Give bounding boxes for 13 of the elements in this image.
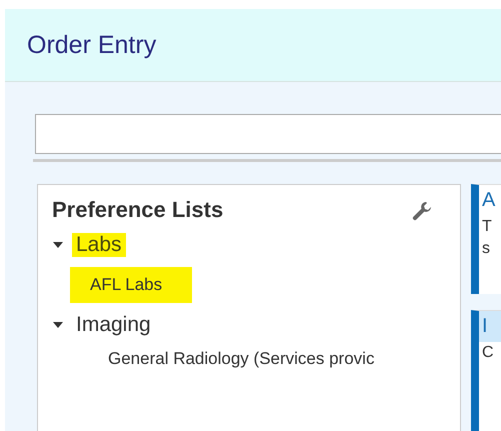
panel-title: Preference Lists [52, 197, 224, 223]
page-title: Order Entry [27, 30, 156, 60]
wrench-icon[interactable] [412, 201, 432, 221]
tree-item[interactable]: Labs [72, 233, 126, 257]
card-text: T [481, 217, 493, 237]
tree-item[interactable]: AFL Labs [70, 267, 192, 303]
card-text: s [481, 239, 491, 259]
tree-item[interactable]: General Radiology (Services provic [104, 347, 378, 371]
card-title: A [481, 188, 496, 213]
search-field[interactable] [35, 114, 501, 154]
card-title: I [479, 311, 501, 342]
card-text: C [481, 343, 495, 363]
tree-item[interactable]: Imaging [72, 313, 155, 337]
